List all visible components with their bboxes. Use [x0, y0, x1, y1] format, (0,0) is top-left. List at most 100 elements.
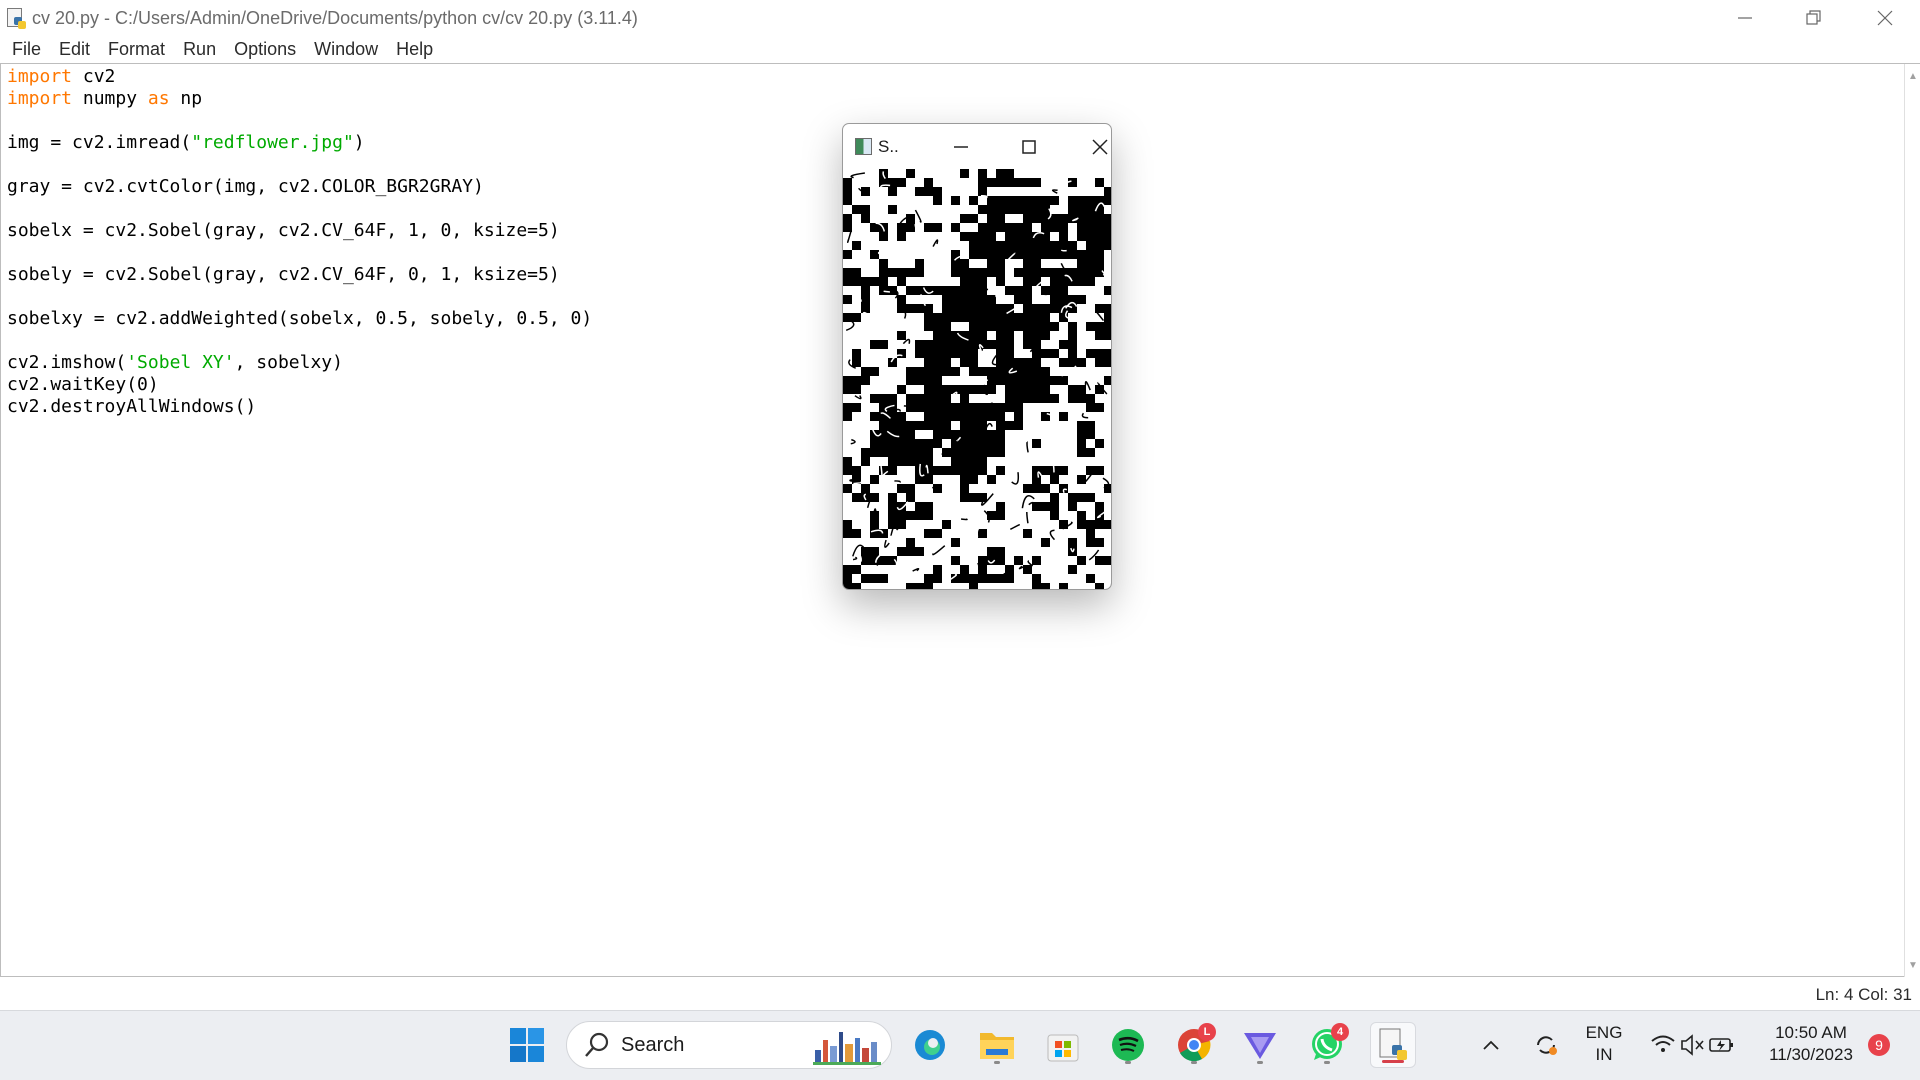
edge-pixel	[942, 565, 960, 574]
edge-pixel	[888, 277, 897, 286]
search-icon	[585, 1032, 609, 1057]
code-token: sobely = cv2.Sobel(gray, cv2.CV_64F, 0, …	[7, 264, 560, 285]
code-line[interactable]: sobelxy = cv2.addWeighted(sobelx, 0.5, s…	[7, 308, 592, 330]
edge-pixel	[897, 493, 906, 502]
taskbar-chrome[interactable]: L	[1171, 1022, 1217, 1068]
menu-file[interactable]: File	[4, 39, 49, 60]
code-token: cv2.destroyAllWindows()	[7, 396, 257, 417]
restore-button[interactable]	[1778, 0, 1848, 36]
opencv-title-bar[interactable]: S..	[843, 124, 1111, 169]
code-line[interactable]	[7, 110, 592, 132]
opencv-minimize-button[interactable]	[939, 124, 983, 169]
code-line[interactable]	[7, 330, 592, 352]
opencv-close-button[interactable]	[1078, 124, 1111, 169]
edge-pixel	[861, 196, 870, 205]
whatsapp-unread-badge: 4	[1331, 1023, 1349, 1041]
opencv-window-icon	[855, 138, 872, 155]
code-text[interactable]: import cv2 import numpy as np img = cv2.im…	[7, 66, 592, 418]
edge-pixel	[1032, 430, 1041, 439]
edge-pixel	[1041, 430, 1050, 439]
edge-pixel	[870, 403, 879, 412]
edge-pixel	[933, 511, 942, 520]
edge-pixel	[942, 214, 960, 223]
edge-pixel	[843, 448, 861, 457]
edge-pixel	[870, 313, 879, 322]
edge-pixel	[888, 259, 906, 268]
code-line[interactable]: img = cv2.imread("redflower.jpg")	[7, 132, 592, 154]
show-hidden-icons-button[interactable]	[1476, 1022, 1506, 1068]
edge-pixel	[1041, 169, 1050, 178]
edge-pixel	[1041, 511, 1050, 520]
code-line[interactable]	[7, 242, 592, 264]
code-line[interactable]: cv2.waitKey(0)	[7, 374, 592, 396]
opencv-maximize-button[interactable]	[1007, 124, 1051, 169]
code-line[interactable]	[7, 286, 592, 308]
edge-pixel	[1005, 412, 1014, 421]
edge-pixel	[1095, 277, 1104, 286]
sync-button[interactable]	[1526, 1022, 1566, 1068]
taskbar-file-explorer[interactable]	[974, 1022, 1020, 1068]
code-line[interactable]: sobelx = cv2.Sobel(gray, cv2.CV_64F, 1, …	[7, 220, 592, 242]
code-line[interactable]	[7, 198, 592, 220]
code-token: img = cv2.imread(	[7, 132, 192, 153]
edge-pixel	[1068, 574, 1086, 583]
taskbar-store[interactable]	[1040, 1022, 1086, 1068]
edge-pixel	[1005, 583, 1014, 589]
opencv-image-window[interactable]: S..	[842, 123, 1112, 590]
clock[interactable]: 10:50 AM 11/30/2023	[1752, 1022, 1870, 1066]
menu-edit[interactable]: Edit	[51, 39, 98, 60]
edge-pixel	[888, 331, 897, 340]
scroll-up-arrow-icon[interactable]: ▲	[1905, 68, 1920, 84]
notification-count-badge[interactable]: 9	[1868, 1034, 1890, 1056]
edge-pixel	[1068, 421, 1077, 430]
close-button[interactable]	[1850, 0, 1920, 36]
code-line[interactable]	[7, 154, 592, 176]
edge-stroke	[978, 460, 985, 474]
scroll-down-arrow-icon[interactable]: ▼	[1905, 957, 1920, 973]
edge-pixel	[870, 322, 888, 331]
taskbar-spotify[interactable]	[1105, 1022, 1151, 1068]
taskbar-whatsapp[interactable]: 4	[1304, 1022, 1350, 1068]
minimize-icon	[954, 145, 968, 148]
menu-window[interactable]: Window	[306, 39, 386, 60]
taskbar-search[interactable]: Search	[566, 1021, 892, 1069]
edge-pixel	[987, 394, 1005, 403]
chrome-profile-badge: L	[1198, 1023, 1216, 1041]
code-line[interactable]: gray = cv2.cvtColor(img, cv2.COLOR_BGR2G…	[7, 176, 592, 198]
menu-run[interactable]: Run	[175, 39, 224, 60]
vertical-scrollbar[interactable]: ▲ ▼	[1904, 64, 1920, 977]
taskbar-idle[interactable]	[1370, 1022, 1416, 1068]
edge-pixel	[1068, 223, 1077, 232]
edge-pixel	[942, 529, 951, 538]
taskbar-edge[interactable]	[907, 1022, 953, 1068]
edge-pixel	[1005, 484, 1014, 493]
edge-stroke	[1008, 367, 1018, 374]
running-indicator	[1257, 1061, 1263, 1064]
edge-pixel	[996, 538, 1014, 547]
code-line[interactable]: sobely = cv2.Sobel(gray, cv2.CV_64F, 0, …	[7, 264, 592, 286]
code-line[interactable]: cv2.imshow('Sobel XY', sobelxy)	[7, 352, 592, 374]
edge-pixel	[870, 214, 879, 223]
edge-pixel	[897, 196, 906, 205]
edge-pixel	[1050, 520, 1059, 529]
code-line[interactable]: import cv2	[7, 66, 592, 88]
edge-pixel	[1068, 466, 1086, 475]
menu-options[interactable]: Options	[226, 39, 304, 60]
edge-pixel	[1104, 466, 1111, 475]
language-indicator[interactable]: ENG IN	[1574, 1022, 1634, 1066]
menu-format[interactable]: Format	[100, 39, 173, 60]
network-volume-battery-button[interactable]	[1648, 1022, 1738, 1068]
edge-pixel	[879, 313, 888, 322]
edge-pixel	[906, 520, 915, 529]
edge-pixel	[861, 439, 870, 448]
edge-pixel	[843, 394, 852, 403]
edge-pixel	[1059, 331, 1068, 340]
menu-help[interactable]: Help	[388, 39, 441, 60]
start-button[interactable]	[504, 1022, 550, 1068]
code-keyword: import	[7, 88, 73, 109]
taskbar-vpn[interactable]	[1237, 1022, 1283, 1068]
minimize-button[interactable]	[1710, 0, 1780, 36]
code-line[interactable]: import numpy as np	[7, 88, 592, 110]
edge-pixel	[1005, 259, 1023, 268]
code-line[interactable]: cv2.destroyAllWindows()	[7, 396, 592, 418]
